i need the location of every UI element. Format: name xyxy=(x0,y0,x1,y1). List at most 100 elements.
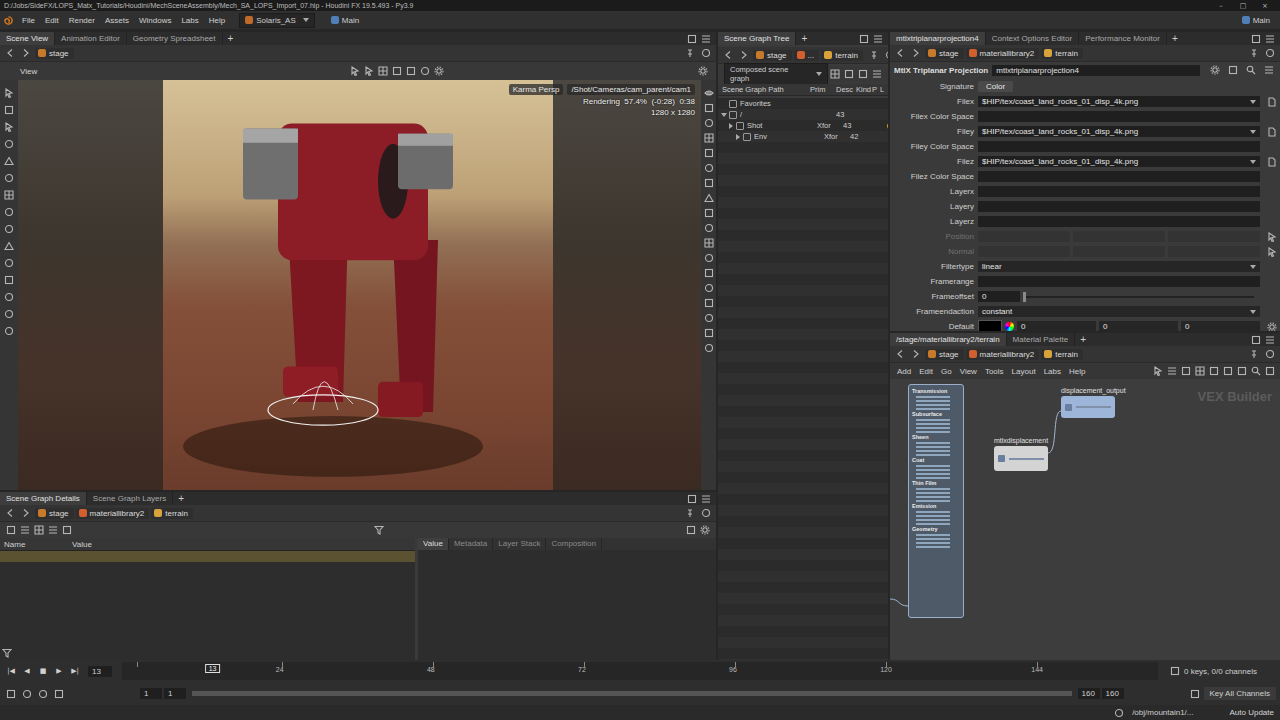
network-menu-item[interactable]: Add xyxy=(893,367,915,376)
display-option-icon[interactable] xyxy=(704,328,714,338)
slider[interactable] xyxy=(1023,296,1254,298)
path-crumb[interactable]: stage xyxy=(35,508,74,519)
viewport-tool-icon[interactable] xyxy=(364,66,374,76)
node-name-field[interactable]: mtlxtriplanarprojection4 xyxy=(992,65,1200,76)
expand-arrow-icon[interactable] xyxy=(736,134,740,140)
view-mode-icon[interactable] xyxy=(34,525,44,535)
add-tab-button[interactable]: + xyxy=(796,33,812,45)
current-frame-field[interactable]: 13 xyxy=(88,666,112,677)
tool-icon[interactable] xyxy=(4,173,14,183)
playback-start-field[interactable]: 1 xyxy=(164,688,186,699)
view-mode-icon[interactable] xyxy=(6,525,16,535)
options-icon[interactable] xyxy=(54,689,64,699)
add-tab-button[interactable]: + xyxy=(223,33,239,45)
network-node[interactable]: mtlxdisplacement xyxy=(994,437,1048,471)
file-field[interactable]: $HIP/tex/coast_land_rocks_01_disp_4k.png xyxy=(978,126,1260,137)
pane-tab[interactable]: Scene Graph Tree xyxy=(718,32,796,45)
expand-arrow-icon[interactable] xyxy=(729,123,733,129)
menu-field[interactable]: linear xyxy=(978,261,1260,272)
maximize-icon[interactable] xyxy=(687,34,697,44)
window-control-button[interactable]: □ xyxy=(1232,2,1254,10)
display-option-icon[interactable] xyxy=(704,88,714,98)
display-icon[interactable] xyxy=(1265,366,1275,376)
path-crumb[interactable]: terrain xyxy=(821,50,863,61)
tool-icon[interactable] xyxy=(4,224,14,234)
pane-tab[interactable]: Geometry Spreadsheet xyxy=(127,32,223,45)
path-crumb[interactable]: stage xyxy=(925,349,964,360)
display-option-icon[interactable] xyxy=(704,208,714,218)
keys-icon[interactable] xyxy=(1170,666,1180,676)
maximize-icon[interactable] xyxy=(859,34,869,44)
view-mode-icon[interactable] xyxy=(62,525,72,535)
key-icon[interactable] xyxy=(1190,689,1200,699)
color-component-field[interactable]: 0 xyxy=(1017,321,1096,331)
color-component-field[interactable]: 0 xyxy=(1099,321,1178,331)
display-option-icon[interactable] xyxy=(704,103,714,113)
workspace-dropdown[interactable]: Main xyxy=(325,13,365,28)
pane-tab[interactable]: Scene Graph Layers xyxy=(87,492,173,505)
detail-tab[interactable]: Composition xyxy=(546,538,601,550)
network-node[interactable]: displacement_output xyxy=(1061,387,1115,418)
expand-arrow-icon[interactable] xyxy=(721,113,727,117)
path-crumb[interactable]: stage xyxy=(35,48,74,59)
pane-tab[interactable]: Scene View xyxy=(0,32,55,45)
network-menu-item[interactable]: View xyxy=(956,367,981,376)
forward-arrow-icon[interactable] xyxy=(739,50,749,60)
note-icon[interactable] xyxy=(1237,366,1247,376)
pin-icon[interactable] xyxy=(869,50,879,60)
pane-menu-icon[interactable] xyxy=(701,34,711,44)
detail-tab[interactable]: Layer Stack xyxy=(493,538,546,550)
tool-icon[interactable] xyxy=(4,326,14,336)
text-field[interactable] xyxy=(978,141,1260,152)
network-node[interactable]: Transmission Subsurface Sheen Coat Thin … xyxy=(908,384,964,618)
text-field[interactable] xyxy=(978,216,1260,227)
realtime-icon[interactable] xyxy=(6,689,16,699)
forward-arrow-icon[interactable] xyxy=(21,48,31,58)
range-start-field[interactable]: 1 xyxy=(140,688,162,699)
playback-button[interactable]: ■ xyxy=(36,667,50,675)
detail-tab[interactable]: Value xyxy=(418,538,449,550)
forward-arrow-icon[interactable] xyxy=(911,48,921,58)
maximize-icon[interactable] xyxy=(1251,335,1261,345)
viewport[interactable]: Karma Persp /Shot/Cameras/cam_parent/cam… xyxy=(18,80,701,490)
pane-tab[interactable]: Material Palette xyxy=(1007,333,1076,346)
path-crumb[interactable]: terrain xyxy=(151,508,193,519)
settings-icon[interactable] xyxy=(700,525,710,535)
network-menu-item[interactable]: Labs xyxy=(1040,367,1065,376)
viewport-tool-icon[interactable] xyxy=(392,66,402,76)
display-option-icon[interactable] xyxy=(704,193,714,203)
forward-arrow-icon[interactable] xyxy=(21,508,31,518)
network-menu-item[interactable]: Layout xyxy=(1008,367,1040,376)
key-all-channels-button[interactable]: Key All Channels xyxy=(1204,687,1276,700)
node-flag-icon[interactable] xyxy=(1065,404,1072,411)
handle-icon[interactable] xyxy=(1267,232,1277,242)
display-option-icon[interactable] xyxy=(704,283,714,293)
tree-row[interactable]: Env Xfor 42 xyxy=(718,131,888,142)
viewport-tool-icon[interactable] xyxy=(434,66,444,76)
slider-handle[interactable] xyxy=(1023,292,1026,302)
tool-icon[interactable] xyxy=(4,122,14,132)
pane-menu-icon[interactable] xyxy=(701,494,711,504)
loaded-icon[interactable] xyxy=(887,122,888,130)
network-menu-item[interactable]: Help xyxy=(1065,367,1089,376)
status-icon[interactable] xyxy=(1114,708,1124,718)
tool-icon[interactable] xyxy=(4,309,14,319)
tree-option-icon[interactable] xyxy=(858,69,868,79)
lock-icon[interactable] xyxy=(686,525,696,535)
view-mode-icon[interactable] xyxy=(20,525,30,535)
grid-icon[interactable] xyxy=(1195,366,1205,376)
file-browse-icon[interactable] xyxy=(1267,97,1277,107)
tree-row[interactable]: Shot Xfor 43 xyxy=(718,120,888,131)
pane-menu-icon[interactable] xyxy=(1265,335,1275,345)
path-crumb[interactable]: ... xyxy=(794,50,820,61)
display-option-icon[interactable] xyxy=(704,223,714,233)
viewport-settings-icon[interactable] xyxy=(698,66,708,76)
display-option-icon[interactable] xyxy=(704,178,714,188)
color-component-field[interactable]: 0 xyxy=(1181,321,1260,331)
tree-option-icon[interactable] xyxy=(872,69,882,79)
maximize-icon[interactable] xyxy=(687,494,697,504)
vector-field[interactable] xyxy=(1073,231,1165,242)
shape-icon[interactable] xyxy=(1223,366,1233,376)
back-arrow-icon[interactable] xyxy=(895,48,905,58)
network-menu-item[interactable]: Edit xyxy=(915,367,937,376)
